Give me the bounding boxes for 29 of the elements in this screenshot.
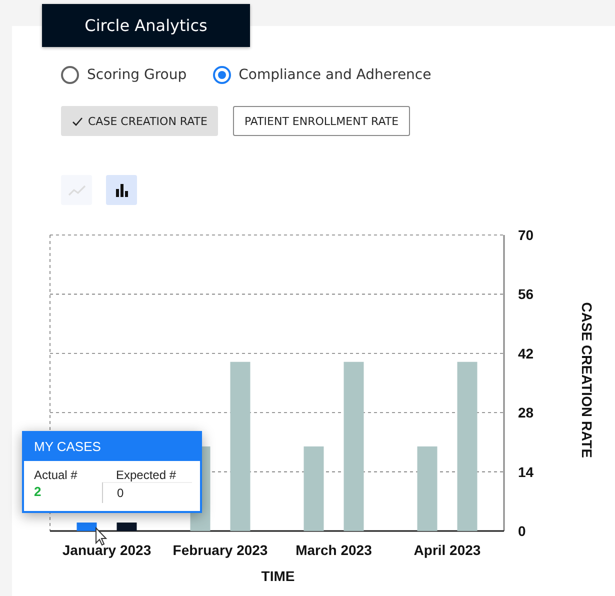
chart-bar [116,522,137,531]
y-tick-label: 56 [518,286,534,302]
column-label: Actual # [34,468,78,482]
y-tick-label: 0 [518,523,526,539]
metric-button[interactable]: CASE CREATION RATE [61,106,218,136]
radio-option[interactable]: Scoring Group [61,66,187,84]
bar-chart-button[interactable] [106,175,137,205]
y-tick-label: 14 [518,464,534,480]
x-tick-label: February 2023 [172,542,268,558]
x-axis-title: TIME [261,568,295,584]
x-tick-label: March 2023 [296,542,372,558]
check-icon [72,116,83,126]
bar-chart-icon [114,184,128,196]
expected-value: 0 [102,482,192,503]
title-tab[interactable]: Circle Analytics [42,4,250,47]
y-tick-label: 42 [518,345,534,362]
x-tick-label: January 2023 [62,542,152,558]
y-axis-title: CASE CREATION RATE [579,302,595,458]
radio-option[interactable]: Compliance and Adherence [212,66,432,84]
actual-value: 2 [34,484,42,501]
tooltip-title: MY CASES [24,433,200,461]
y-tick-label: 28 [518,404,534,421]
metric-button[interactable]: PATIENT ENROLLMENT RATE [233,106,410,136]
y-tick-label: 70 [518,227,534,243]
x-tick-label: April 2023 [414,542,481,558]
line-chart-icon [68,184,86,196]
column-label: Expected # [116,468,178,482]
cursor-icon [96,526,108,546]
chart-bar [76,522,97,531]
